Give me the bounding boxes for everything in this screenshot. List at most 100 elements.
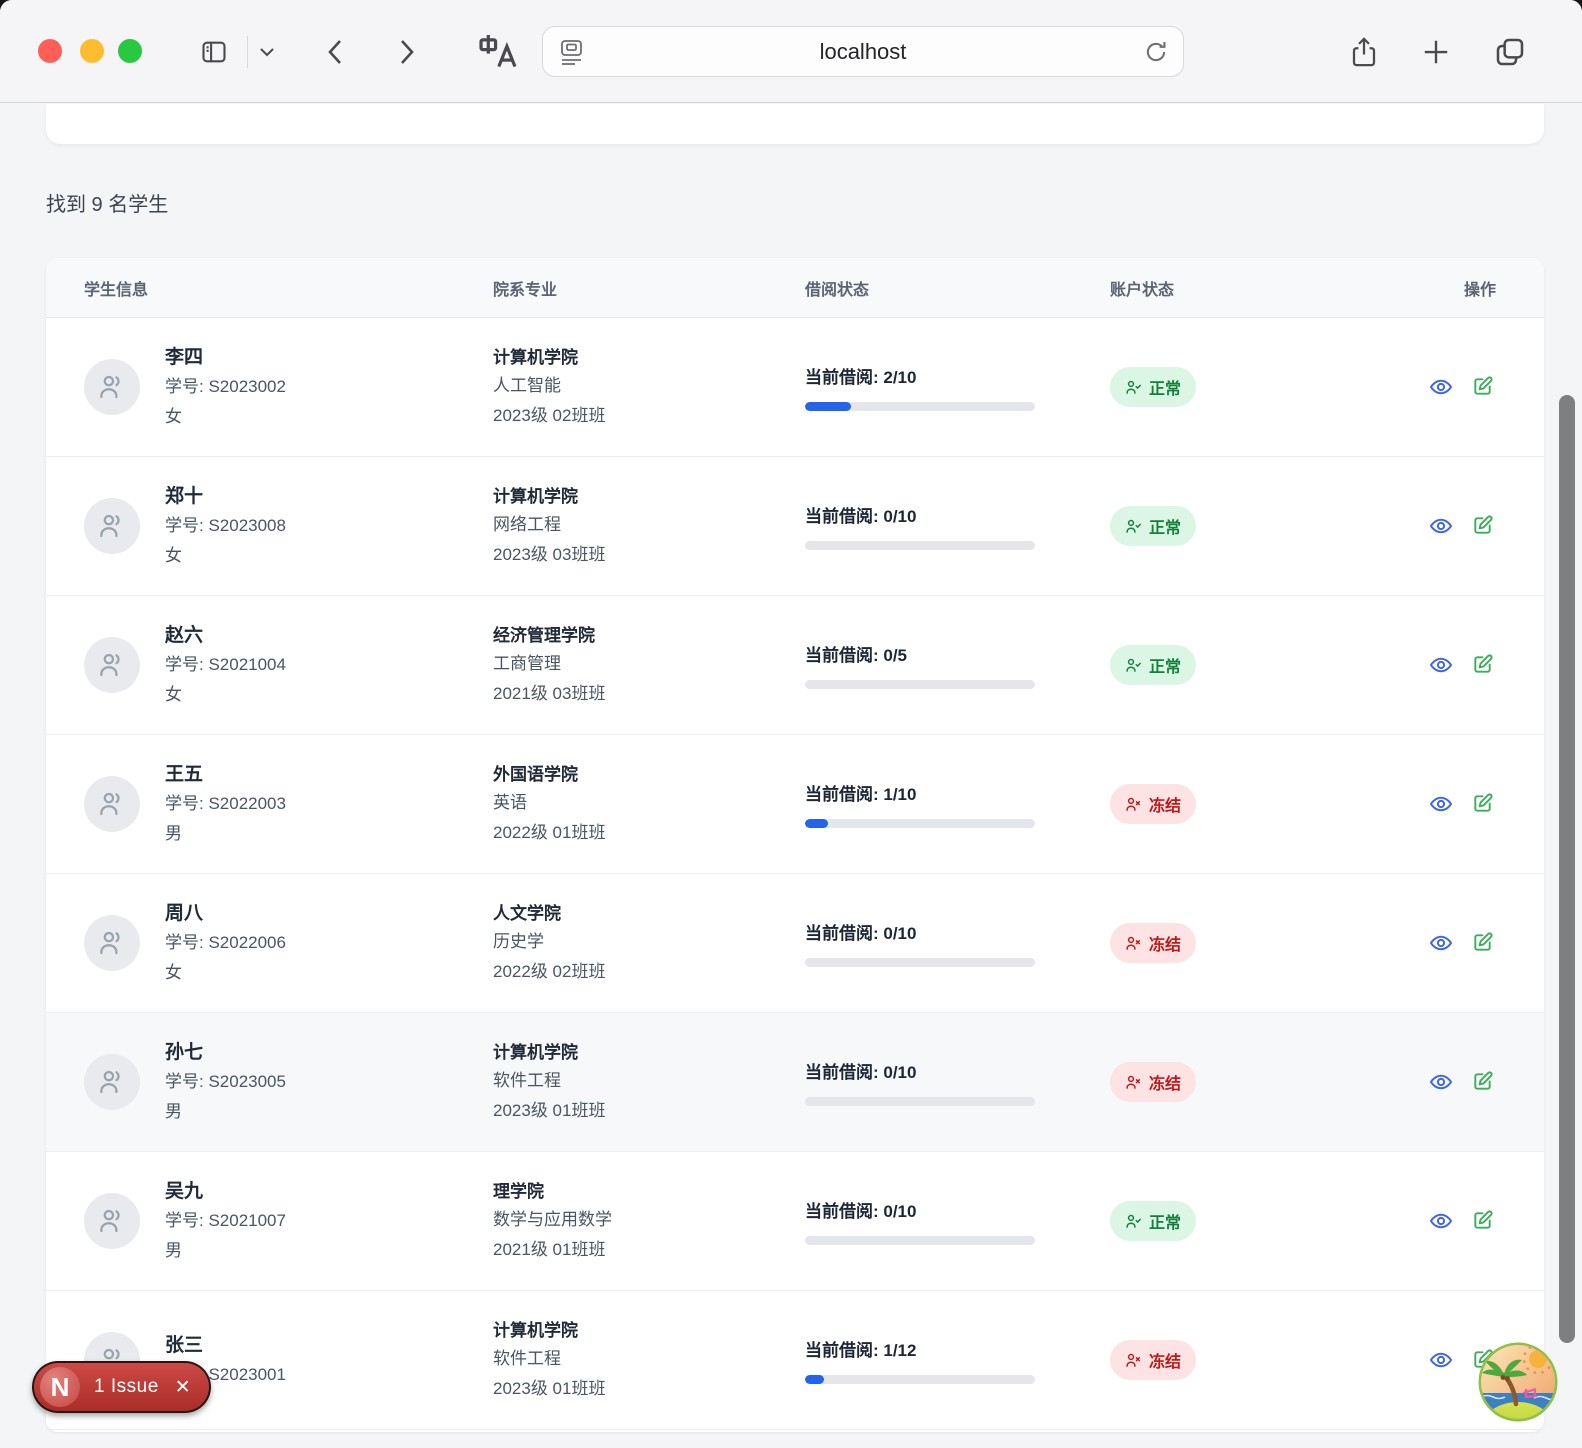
view-button[interactable] [1429, 792, 1453, 816]
borrow-progress-fill [805, 402, 851, 411]
avatar [84, 1054, 140, 1110]
browser-toolbar: localhost [0, 0, 1582, 103]
major: 数学与应用数学 [493, 1205, 805, 1235]
users-icon [97, 372, 127, 402]
reload-icon [1143, 39, 1169, 65]
eye-icon [1429, 1209, 1453, 1233]
minimize-window-button[interactable] [80, 39, 104, 63]
edit-button[interactable] [1470, 1070, 1494, 1094]
table-row[interactable]: 郑十 学号: S2023008 女 计算机学院 网络工程 2023级 03班班 … [46, 457, 1544, 596]
major: 英语 [493, 788, 805, 818]
results-summary: 找到 9 名学生 [46, 188, 168, 217]
edit-button[interactable] [1470, 514, 1494, 538]
share-button[interactable] [1344, 33, 1384, 71]
table-row[interactable]: 周八 学号: S2022006 女 人文学院 历史学 2022级 02班班 当前… [46, 874, 1544, 1013]
back-button[interactable] [316, 33, 356, 71]
close-icon[interactable]: ✕ [175, 1376, 191, 1399]
sidebar-menu-chevron[interactable] [252, 33, 282, 71]
major: 软件工程 [493, 1344, 805, 1374]
edit-button[interactable] [1470, 1209, 1494, 1233]
devtools-issues-badge[interactable]: N 1 Issue ✕ [32, 1361, 211, 1413]
edit-button[interactable] [1470, 931, 1494, 955]
view-button[interactable] [1429, 931, 1453, 955]
view-button[interactable] [1429, 375, 1453, 399]
student-gender: 女 [165, 680, 286, 710]
edit-button[interactable] [1470, 653, 1494, 677]
status-label: 正常 [1149, 653, 1181, 677]
tabs-overview-button[interactable] [1490, 33, 1530, 71]
table-row[interactable]: 孙七 学号: S2023005 男 计算机学院 软件工程 2023级 01班班 … [46, 1013, 1544, 1152]
status-badge: 冻结 [1110, 1340, 1196, 1380]
borrow-progress-bar [805, 819, 1035, 828]
sidebar-toggle-button[interactable] [194, 33, 234, 71]
browser-window: localhost [0, 0, 1582, 1448]
translate-button[interactable] [474, 33, 522, 71]
student-id: 学号: S2022003 [165, 789, 286, 819]
eye-icon [1429, 375, 1453, 399]
student-name: 孙七 [165, 1037, 286, 1064]
table-row[interactable]: 吴九 学号: S2021007 男 理学院 数学与应用数学 2021级 01班班… [46, 1152, 1544, 1291]
page-content: 找到 9 名学生 学生信息 院系专业 借阅状态 账户状态 操作 李四 学号: S [0, 104, 1582, 1448]
college: 经济管理学院 [493, 621, 805, 646]
url-text: localhost [543, 39, 1183, 65]
status-label: 正常 [1149, 514, 1181, 538]
borrow-progress-bar [805, 402, 1035, 411]
page-scrollbar-thumb[interactable] [1559, 395, 1575, 1343]
forward-icon [394, 37, 418, 67]
borrow-progress-fill [805, 819, 828, 828]
users-icon [97, 511, 127, 541]
class-name: 2022级 02班班 [493, 957, 805, 987]
user-x-icon [1125, 935, 1142, 952]
edit-icon [1471, 931, 1494, 954]
tropical-island-icon [1478, 1342, 1558, 1422]
avatar [84, 1193, 140, 1249]
major: 人工智能 [493, 371, 805, 401]
status-badge: 冻结 [1110, 923, 1196, 963]
table-body: 李四 学号: S2023002 女 计算机学院 人工智能 2023级 02班班 … [46, 318, 1544, 1430]
table-row[interactable]: 王五 学号: S2022003 男 外国语学院 英语 2022级 01班班 当前… [46, 735, 1544, 874]
table-row[interactable]: 李四 学号: S2023002 女 计算机学院 人工智能 2023级 02班班 … [46, 318, 1544, 457]
student-id: 学号: S2023008 [165, 511, 286, 541]
eye-icon [1429, 514, 1453, 538]
status-label: 冻结 [1149, 1070, 1181, 1094]
back-icon [324, 37, 348, 67]
users-icon [97, 1067, 127, 1097]
zoom-window-button[interactable] [118, 39, 142, 63]
forward-button[interactable] [386, 33, 426, 71]
student-name: 张三 [165, 1330, 286, 1357]
college: 外国语学院 [493, 760, 805, 785]
user-x-icon [1125, 796, 1142, 813]
avatar [84, 498, 140, 554]
share-icon [1349, 34, 1379, 70]
new-tab-button[interactable] [1416, 33, 1456, 71]
student-id: 学号: S2021004 [165, 650, 286, 680]
view-button[interactable] [1429, 653, 1453, 677]
avatar [84, 776, 140, 832]
major: 工商管理 [493, 649, 805, 679]
view-button[interactable] [1429, 1209, 1453, 1233]
edit-button[interactable] [1470, 792, 1494, 816]
view-button[interactable] [1429, 1070, 1453, 1094]
table-row[interactable]: 赵六 学号: S2021004 女 经济管理学院 工商管理 2021级 03班班… [46, 596, 1544, 735]
island-extension-icon[interactable] [1478, 1342, 1558, 1422]
borrow-progress-bar [805, 1097, 1035, 1106]
view-button[interactable] [1429, 1348, 1453, 1372]
address-bar[interactable]: localhost [542, 26, 1184, 77]
student-id: 学号: S2022006 [165, 928, 286, 958]
borrow-status-text: 当前借阅: 2/10 [805, 363, 1110, 388]
edit-button[interactable] [1470, 375, 1494, 399]
chevron-down-icon [259, 47, 275, 57]
major: 网络工程 [493, 510, 805, 540]
tabs-overview-icon [1494, 36, 1526, 68]
user-x-icon [1125, 1074, 1142, 1091]
table-row[interactable]: 张三 学号: S2023001 计算机学院 软件工程 2023级 01班班 当前… [46, 1291, 1544, 1430]
view-button[interactable] [1429, 514, 1453, 538]
college: 人文学院 [493, 899, 805, 924]
borrow-progress-bar [805, 541, 1035, 550]
column-header-borrow-status: 借阅状态 [805, 276, 1110, 300]
borrow-progress-fill [805, 1375, 824, 1384]
edit-icon [1471, 792, 1494, 815]
close-window-button[interactable] [38, 39, 62, 63]
student-name: 郑十 [165, 481, 286, 508]
reload-button[interactable] [1143, 39, 1169, 70]
